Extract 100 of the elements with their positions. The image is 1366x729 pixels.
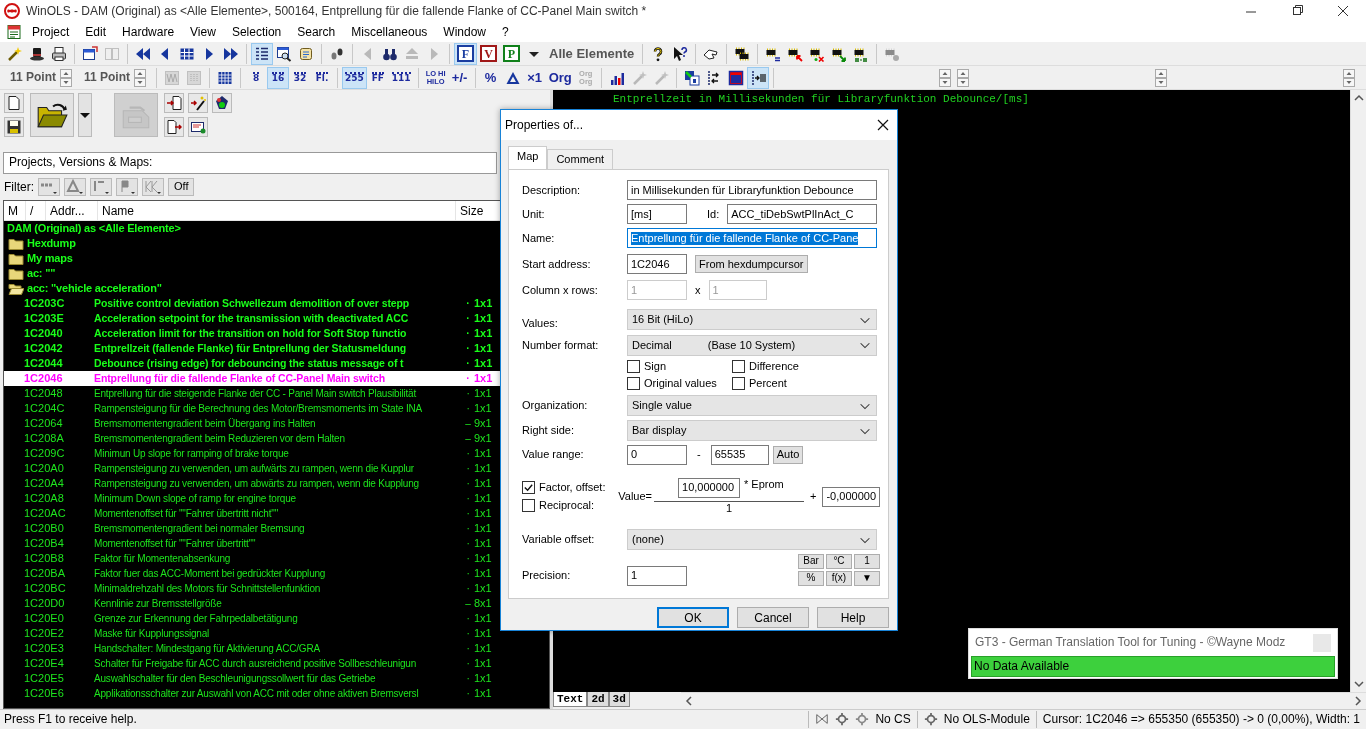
new-document-icon[interactable] — [6, 95, 22, 111]
dropdown[interactable]: Decimal (Base 10 System) — [627, 334, 877, 356]
search-window-icon[interactable] — [276, 45, 292, 62]
menu-item[interactable]: Window — [435, 23, 494, 41]
menu-item[interactable]: Project — [24, 23, 78, 41]
toolbar-button[interactable]: Fl. — [311, 66, 334, 89]
spinner-icon[interactable] — [1153, 68, 1168, 87]
pointer-help-icon[interactable] — [672, 45, 689, 62]
flag-filter-icon[interactable] — [118, 179, 136, 195]
unit-button[interactable]: °C — [826, 553, 852, 569]
chips-icon[interactable] — [734, 45, 751, 62]
checkbox-label[interactable]: Reciprocal: — [539, 498, 595, 512]
folder-label[interactable]: My maps — [24, 251, 73, 266]
column-header[interactable]: Size — [460, 203, 484, 219]
view-tab[interactable]: Text — [553, 692, 588, 707]
folder-icon[interactable] — [8, 236, 24, 251]
unit-button[interactable]: Bar — [798, 553, 824, 569]
email-icon[interactable] — [190, 119, 206, 135]
input-field[interactable]: 65535 — [710, 444, 769, 465]
folder-label[interactable]: ac: "" — [24, 266, 56, 281]
checkbox-label[interactable]: Sign — [644, 360, 667, 374]
last-icon[interactable] — [223, 45, 239, 62]
toolbar-button[interactable]: ×1 — [523, 66, 546, 89]
unit-button[interactable]: ▼ — [854, 570, 880, 586]
checkbox[interactable] — [522, 481, 535, 495]
view-tab[interactable]: 3d — [608, 692, 630, 707]
folder-icon[interactable] — [8, 266, 24, 281]
menu-item[interactable]: Selection — [223, 23, 290, 41]
column-header[interactable]: Addr... — [50, 203, 85, 219]
printer-icon[interactable] — [51, 45, 67, 62]
spinner-icon[interactable] — [1341, 68, 1356, 87]
view-selector[interactable]: Alle Elemente — [545, 45, 639, 62]
toolbar-button[interactable]: 32 — [289, 66, 312, 89]
dialog-button[interactable]: Help — [817, 607, 889, 629]
dropdown[interactable]: 16 Bit (HiLo) — [627, 309, 877, 331]
spinner-icon[interactable] — [937, 68, 952, 87]
menu-item[interactable]: Search — [289, 23, 344, 41]
input-field[interactable]: 10,000000 — [678, 477, 740, 498]
projects-field[interactable]: Projects, Versions & Maps: — [3, 152, 497, 174]
stacked-window-icon[interactable] — [683, 69, 700, 86]
export-icon[interactable] — [166, 119, 182, 135]
dialog-tab[interactable]: Comment — [547, 149, 614, 170]
input-field[interactable]: -0,000000 — [822, 486, 880, 507]
toolbar-button[interactable]: % — [479, 66, 502, 89]
first-icon[interactable] — [135, 45, 151, 62]
dropdown[interactable]: Single value — [627, 395, 877, 417]
checkbox-label[interactable]: Factor, offset: — [539, 481, 606, 495]
toolbar-button[interactable]: P — [500, 42, 523, 65]
checkbox-label[interactable]: Difference — [749, 360, 799, 374]
wand-icon[interactable] — [7, 45, 23, 62]
toolbar-button[interactable]: FF — [366, 66, 389, 89]
toolbar-button[interactable]: 255 — [342, 66, 367, 89]
unit-button[interactable]: f(x) — [826, 570, 852, 586]
open-folder-icon[interactable] — [8, 281, 24, 296]
font-size-spinner[interactable]: 11 Point — [78, 68, 153, 87]
input-field[interactable]: 1C2046 — [627, 254, 687, 275]
auto-button[interactable]: Auto — [772, 445, 804, 464]
toolbar-button[interactable]: 111 — [388, 66, 414, 89]
font-size-spinner[interactable]: 11 Point — [4, 68, 78, 87]
checkbox[interactable] — [732, 377, 745, 391]
input-field[interactable]: Entprellung für die fallende Flanke of CC-Pane — [627, 228, 877, 249]
toolbar-button[interactable]: Org — [545, 66, 575, 89]
column-header[interactable]: / — [30, 203, 34, 219]
folder-label[interactable]: acc: "vehicle acceleration" — [24, 281, 162, 296]
list-filter-icon[interactable] — [92, 179, 110, 195]
magic-wand-icon[interactable] — [190, 95, 206, 111]
framed-window-icon[interactable] — [727, 69, 744, 86]
input-field[interactable]: 0 — [627, 444, 687, 465]
folder-label[interactable]: Hexdump — [24, 236, 76, 251]
checkbox-label[interactable]: Original values — [644, 377, 717, 391]
dialog-tab[interactable]: Map — [508, 146, 548, 170]
column-header[interactable]: M — [8, 203, 18, 219]
grid-small-icon[interactable] — [217, 69, 234, 86]
toolbar-button[interactable]: 16 — [267, 66, 290, 89]
hexdump-button[interactable]: From hexdumpcursor — [695, 255, 808, 274]
app-menu-icon[interactable] — [6, 24, 22, 40]
checkbox[interactable] — [627, 377, 640, 391]
menu-item[interactable]: ? — [494, 23, 517, 41]
menu-item[interactable]: Miscellaneous — [343, 23, 436, 41]
triangle-filter-icon[interactable] — [66, 179, 84, 195]
unit-button[interactable]: % — [798, 570, 824, 586]
tree-root[interactable]: DAM (Original) as <Alle Elemente> — [4, 221, 181, 236]
folder-icon[interactable] — [8, 251, 24, 266]
checkbox[interactable] — [732, 360, 745, 374]
view-tab[interactable]: 2d — [587, 692, 609, 707]
dropdown[interactable]: (none) — [627, 529, 877, 551]
toolbar-button[interactable] — [251, 42, 273, 65]
menu-item[interactable]: Hardware — [114, 23, 183, 41]
filter-off-button[interactable]: Off — [168, 178, 195, 196]
save-icon[interactable] — [6, 119, 22, 135]
toolbar-button[interactable]: 8 — [245, 66, 268, 89]
checkbox[interactable] — [522, 498, 535, 512]
input-field[interactable]: 1 — [627, 565, 687, 586]
import-icon[interactable] — [166, 95, 182, 111]
toolbar-button[interactable]: +/- — [448, 66, 471, 89]
hat-icon[interactable] — [29, 45, 45, 62]
input-field[interactable]: [ms] — [627, 204, 687, 225]
input-field[interactable]: ACC_tiDebSwtPlInAct_C — [727, 204, 878, 225]
checkbox[interactable] — [627, 360, 640, 374]
input-field[interactable]: in Millisekunden für Libraryfunktion Debounce — [627, 180, 877, 201]
